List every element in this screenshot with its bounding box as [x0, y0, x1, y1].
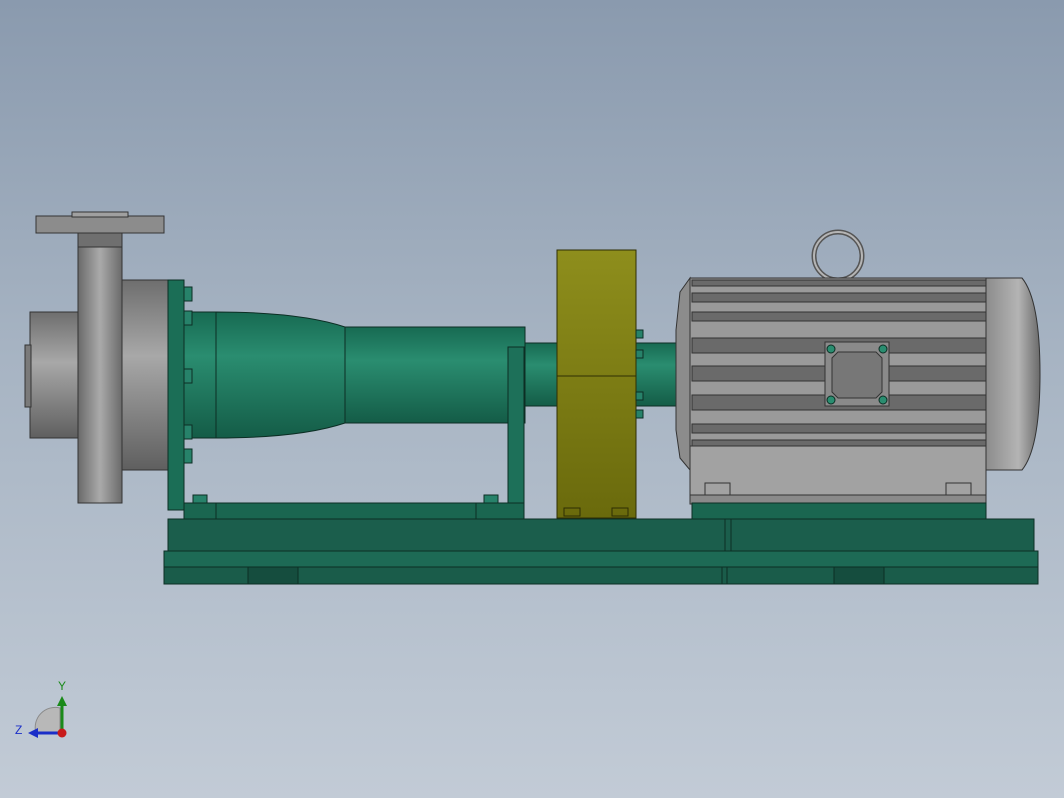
coordinate-triad: Y Z	[15, 679, 67, 738]
y-arrowhead-icon	[57, 696, 67, 706]
pump-casing[interactable]	[24, 211, 171, 504]
coupling-guard[interactable]	[556, 249, 644, 519]
z-arrowhead-icon	[28, 728, 38, 738]
triad-arc	[34, 706, 61, 734]
cad-viewport[interactable]: Y Z	[0, 0, 1064, 798]
x-axis-icon	[57, 728, 67, 738]
y-axis-label: Y	[58, 679, 66, 693]
electric-motor[interactable]	[675, 229, 1041, 505]
z-axis-label: Z	[15, 723, 22, 737]
pump-assembly-model[interactable]	[0, 0, 1064, 798]
